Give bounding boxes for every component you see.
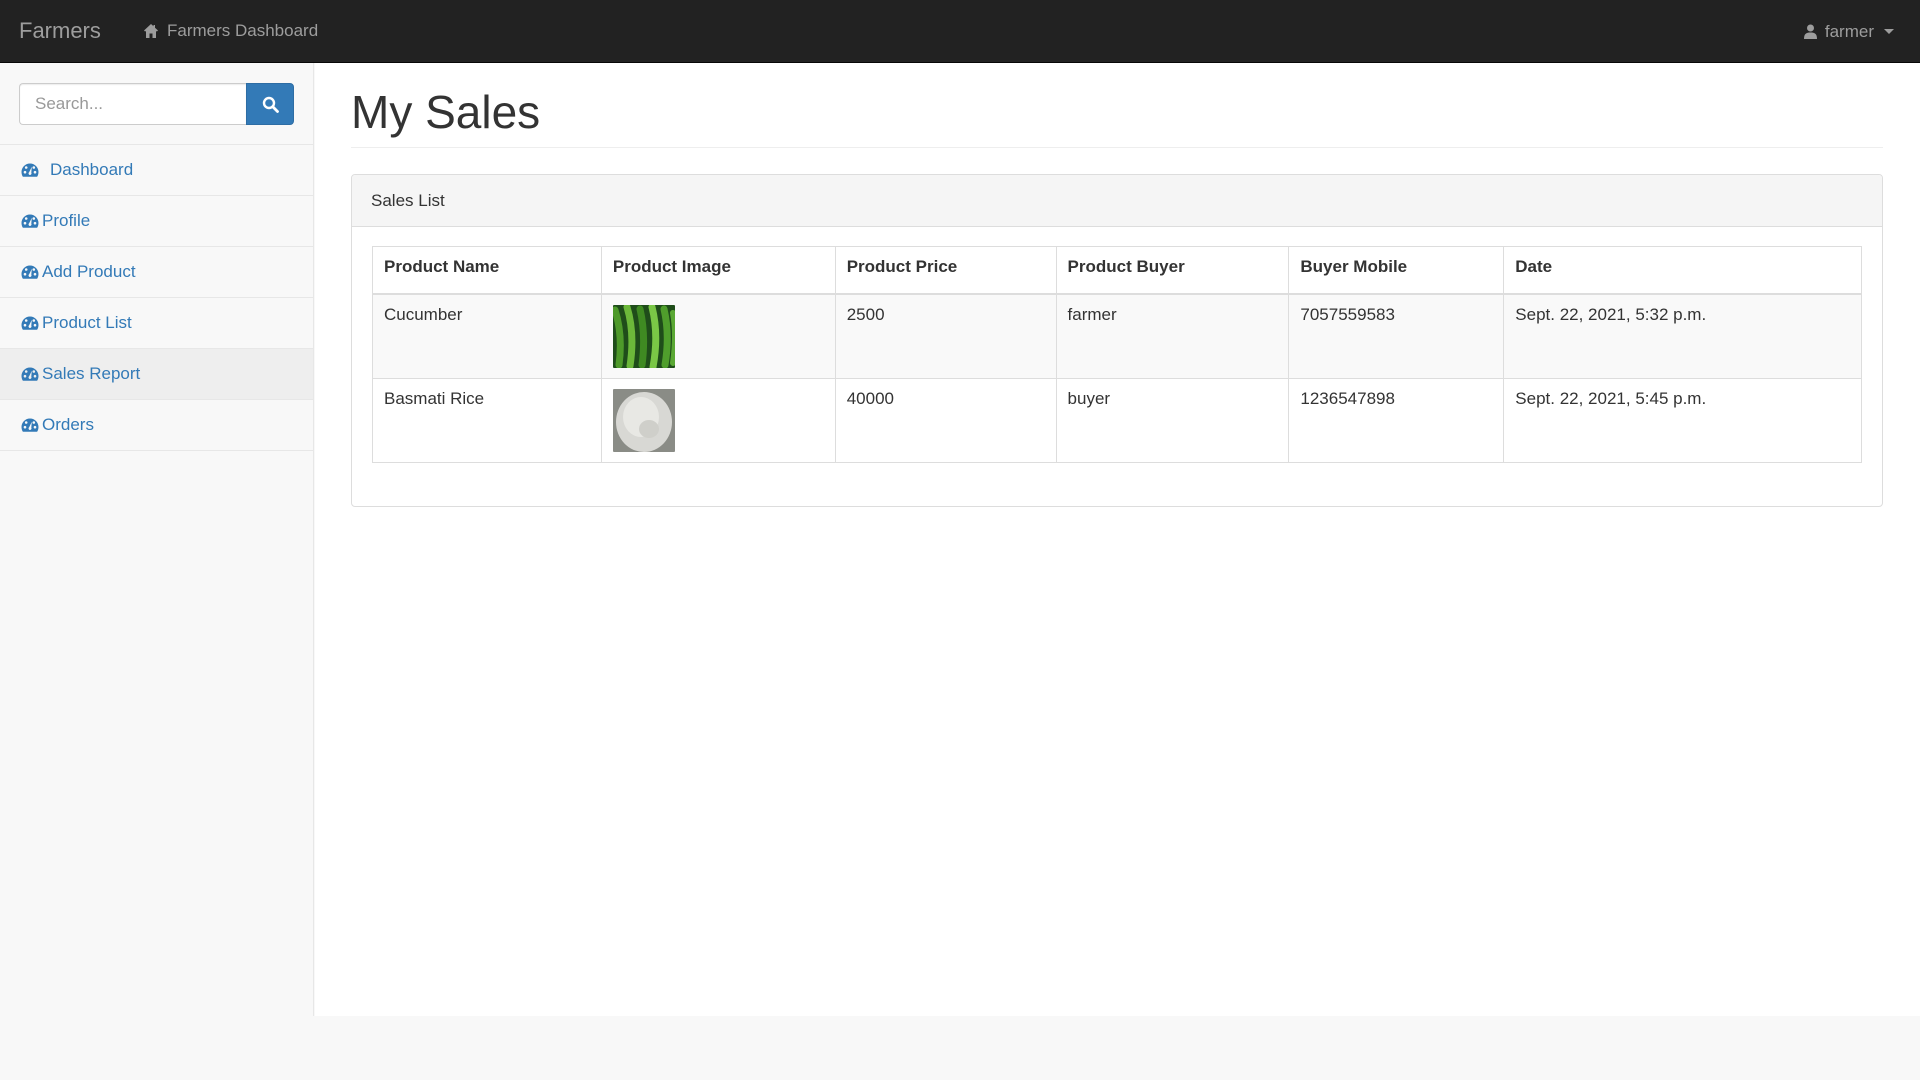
sidebar-item-label: Product List — [42, 313, 132, 332]
table-header-row: Product Name Product Image Product Price Pr… — [372, 246, 1862, 295]
column-header: Date — [1503, 246, 1862, 295]
dashboard-icon — [21, 213, 39, 229]
column-header: Product Buyer — [1055, 246, 1290, 295]
cell-name: Basmati Rice — [372, 377, 602, 463]
sidebar-item-label: Profile — [42, 211, 91, 230]
farmers-dashboard-link[interactable]: Farmers Dashboard — [143, 21, 318, 41]
sidebar: Dashboard Profile Add Product Product List S… — [0, 63, 314, 1016]
cell-date: Sept. 22, 2021, 5:32 p.m. — [1503, 293, 1862, 379]
caret-down-icon — [1884, 29, 1894, 34]
title-divider — [351, 147, 1883, 148]
sales-table: Product Name Product Image Product Price Pr… — [372, 246, 1862, 463]
table-body: Cucumber 2500 farmer 7057559583 Sept. 22, 20… — [372, 293, 1862, 463]
table-row: Basmati Rice 40000 buyer 1236547898 Sept. 22… — [372, 377, 1862, 463]
sidebar-item-product-list[interactable]: Product List — [0, 298, 313, 349]
brand-link[interactable]: Farmers — [0, 18, 143, 44]
main-content: My Sales Sales List Product Name Product … — [315, 63, 1920, 1016]
cell-price: 40000 — [834, 377, 1057, 463]
sidebar-item-profile[interactable]: Profile — [0, 196, 313, 247]
user-icon — [1803, 24, 1817, 39]
cell-mobile: 1236547898 — [1288, 377, 1505, 463]
home-icon — [144, 24, 158, 38]
sidebar-item-label: Sales Report — [42, 364, 141, 383]
sidebar-search — [0, 63, 313, 145]
cucumber-image — [612, 304, 824, 368]
sidebar-item-label: Dashboard — [50, 160, 134, 179]
search-icon — [262, 96, 279, 113]
dashboard-icon — [21, 417, 39, 433]
column-header: Product Image — [600, 246, 836, 295]
dashboard-icon — [21, 315, 39, 331]
page-footer — [0, 1016, 1920, 1080]
sidebar-item-dashboard[interactable]: Dashboard — [0, 145, 313, 196]
sales-panel: Sales List Product Name Product Image Prod… — [351, 174, 1883, 507]
cell-buyer: buyer — [1055, 377, 1290, 463]
search-button[interactable] — [246, 83, 294, 125]
table-wrapper: Product Name Product Image Product Price Pr… — [352, 227, 1882, 482]
rice-image — [612, 388, 824, 452]
search-input[interactable] — [19, 83, 246, 125]
product-image-cell — [600, 293, 836, 379]
dashboard-icon — [21, 264, 39, 280]
sidebar-nav: Dashboard Profile Add Product Product List S… — [0, 145, 313, 451]
user-menu-toggle[interactable]: farmer — [1803, 0, 1894, 63]
sidebar-item-label: Orders — [42, 415, 94, 434]
sidebar-item-sales-report[interactable]: Sales Report — [0, 349, 313, 400]
cell-mobile: 7057559583 — [1288, 293, 1505, 379]
top-navbar: Farmers Farmers Dashboard farmer — [0, 0, 1920, 63]
table-row: Cucumber 2500 farmer 7057559583 Sept. 22, 20… — [372, 293, 1862, 379]
page-title: My Sales — [351, 86, 541, 138]
product-image-cell — [600, 377, 836, 463]
cell-price: 2500 — [834, 293, 1057, 379]
dashboard-icon — [21, 162, 39, 178]
user-name: farmer — [1824, 21, 1874, 41]
sidebar-item-label: Add Product — [42, 262, 136, 281]
farmers-dashboard-label: Farmers Dashboard — [167, 21, 319, 40]
column-header: Product Name — [372, 246, 602, 295]
sidebar-item-add-product[interactable]: Add Product — [0, 247, 313, 298]
panel-heading: Sales List — [352, 175, 1882, 227]
cell-date: Sept. 22, 2021, 5:45 p.m. — [1503, 377, 1862, 463]
column-header: Buyer Mobile — [1288, 246, 1505, 295]
cell-name: Cucumber — [372, 293, 602, 379]
cell-buyer: farmer — [1055, 293, 1290, 379]
sidebar-item-orders[interactable]: Orders — [0, 400, 313, 451]
dashboard-icon — [21, 366, 39, 382]
column-header: Product Price — [834, 246, 1057, 295]
